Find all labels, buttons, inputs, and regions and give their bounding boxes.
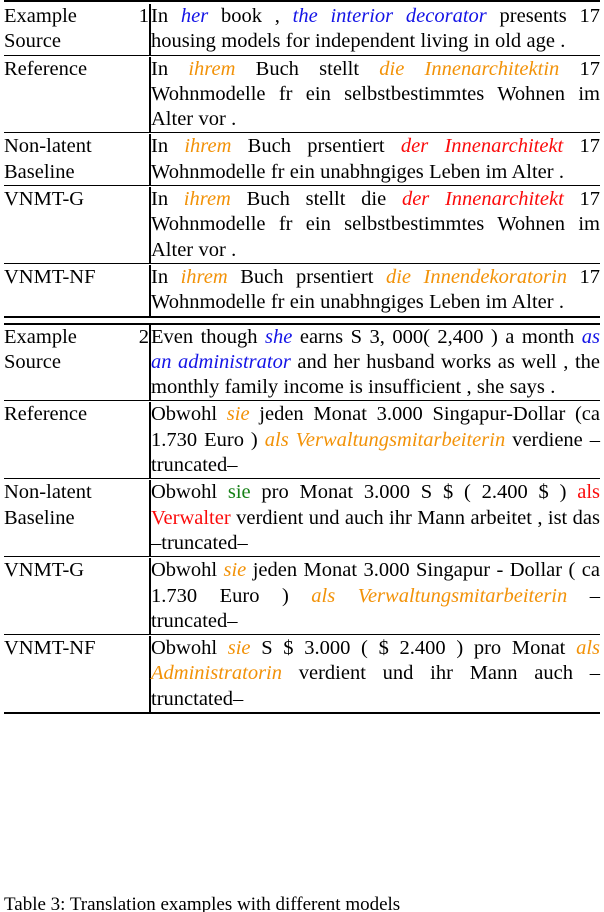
row-text-example-1-2: In ihrem Buch prsentiert der Innenarchit…	[151, 135, 600, 183]
row-label-example-1-1: Reference	[4, 56, 151, 133]
row-text-example-1-0: In her book , the interior decorator pre…	[151, 5, 601, 53]
row-label-example-1-2: Non-latent Baseline	[4, 134, 151, 186]
row-text-example-1-3: In ihrem Buch stellt die der Innenarchit…	[151, 188, 600, 261]
rule	[4, 315, 600, 325]
table-row: Example 2 Source Even though she earns S 3…	[4, 323, 600, 401]
highlight-correct: sie	[227, 637, 251, 660]
row-label-line: VNMT-G	[4, 559, 85, 582]
row-text-example-2-3: Obwohl sie jeden Monat 3.000 Singapur - …	[151, 559, 600, 632]
row-text-example-2-2: Obwohl sie pro Monat 3.000 S $ ( 2.400 $…	[151, 481, 600, 554]
row-label-line: Source	[4, 350, 61, 373]
row-label-example-1-0: Example 1 Source	[4, 4, 151, 56]
row-label-example-1-3: VNMT-G	[4, 187, 151, 264]
row-label-line: Non-latent	[4, 481, 92, 504]
table-row: VNMT-NF Obwohl sie S $ 3.000 ( $ 2.400 ) …	[4, 636, 600, 714]
row-label-line: VNMT-NF	[4, 637, 96, 660]
highlight-incorrect: der Innenarchitekt	[400, 135, 564, 158]
highlight-correct: ihrem	[188, 57, 236, 80]
highlight-correct: als Administratorin	[151, 637, 600, 685]
row-label-line: Reference	[4, 403, 88, 426]
table-bottom-rule	[4, 712, 600, 717]
table-row: VNMT-G Obwohl sie jeden Monat 3.000 Singa…	[4, 558, 600, 635]
highlight-correct-upright: sie	[227, 481, 251, 504]
example-separator-rule	[4, 315, 600, 325]
row-label-line: Example 2	[4, 325, 149, 348]
highlight-incorrect: der Innenarchitekt	[401, 188, 564, 211]
row-label-example-2-4: VNMT-NF	[4, 636, 151, 714]
highlight-correct: sie	[226, 403, 250, 426]
highlight-source: the interior decorator	[292, 5, 487, 27]
highlight-correct: ihrem	[180, 265, 228, 288]
highlight-source: her	[180, 5, 209, 27]
highlight-incorrect-upright: als Verwalter	[151, 481, 600, 529]
highlight-correct: die Innenarchitektin	[379, 57, 560, 80]
table-row: Non-latent Baseline In ihrem Buch prsentie…	[4, 134, 600, 186]
row-label-example-1-4: VNMT-NF	[4, 264, 151, 317]
row-label-line: VNMT-NF	[4, 265, 96, 288]
row-text-example-1-1: In ihrem Buch stellt die Innenarchitekti…	[151, 57, 601, 131]
row-label-line: Baseline	[4, 506, 75, 529]
table-caption: Table 3: Translation examples with diffe…	[4, 894, 401, 912]
row-label-example-2-1: Reference	[4, 402, 151, 479]
table-row: Example 1 Source In her book , the interio…	[4, 4, 601, 56]
highlight-correct: die Innendekoratorin	[385, 265, 567, 288]
row-label-line: VNMT-G	[4, 188, 85, 211]
rule	[4, 712, 600, 717]
table-row: Non-latent Baseline Obwohl sie pro Monat 3…	[4, 480, 600, 557]
highlight-correct: ihrem	[183, 188, 231, 211]
table-row: VNMT-G In ihrem Buch stellt die der Innen…	[4, 187, 600, 264]
highlight-correct: ihrem	[184, 135, 232, 158]
highlight-source: as an administrator	[151, 325, 600, 373]
row-text-example-2-1: Obwohl sie jeden Monat 3.000 Singapur-Do…	[151, 403, 601, 477]
table-row: Reference Obwohl sie jeden Monat 3.000 Si…	[4, 402, 601, 479]
row-label-line: Baseline	[4, 160, 75, 183]
highlight-correct: sie	[223, 559, 247, 582]
row-text-example-2-0: Even though she earns S 3, 000( 2,400 ) …	[151, 325, 600, 399]
table-row: Reference In ihrem Buch stellt die Innena…	[4, 56, 601, 133]
table-figure: Example 1 Source In her book , the interio…	[0, 0, 604, 912]
row-label-line: Source	[4, 30, 61, 53]
row-label-example-2-3: VNMT-G	[4, 558, 151, 635]
row-text-example-1-4: In ihrem Buch prsentiert die Innendekora…	[151, 265, 601, 314]
row-text-example-2-4: Obwohl sie S $ 3.000 ( $ 2.400 ) pro Mon…	[151, 637, 600, 710]
table-row: VNMT-NF In ihrem Buch prsentiert die Inne…	[4, 264, 601, 317]
highlight-correct: als Verwaltungsmitarbeiterin	[311, 584, 568, 607]
row-label-example-2-2: Non-latent Baseline	[4, 480, 151, 557]
highlight-correct: als Verwaltungsmitarbeiterin	[264, 428, 506, 451]
highlight-source: she	[265, 325, 293, 348]
row-label-line: Reference	[4, 57, 88, 80]
row-label-example-2-0: Example 2 Source	[4, 323, 151, 401]
translation-examples-table: Example 1 Source In her book , the interio…	[4, 0, 601, 717]
row-label-line: Non-latent	[4, 135, 92, 158]
row-label-line: Example 1	[4, 5, 149, 27]
